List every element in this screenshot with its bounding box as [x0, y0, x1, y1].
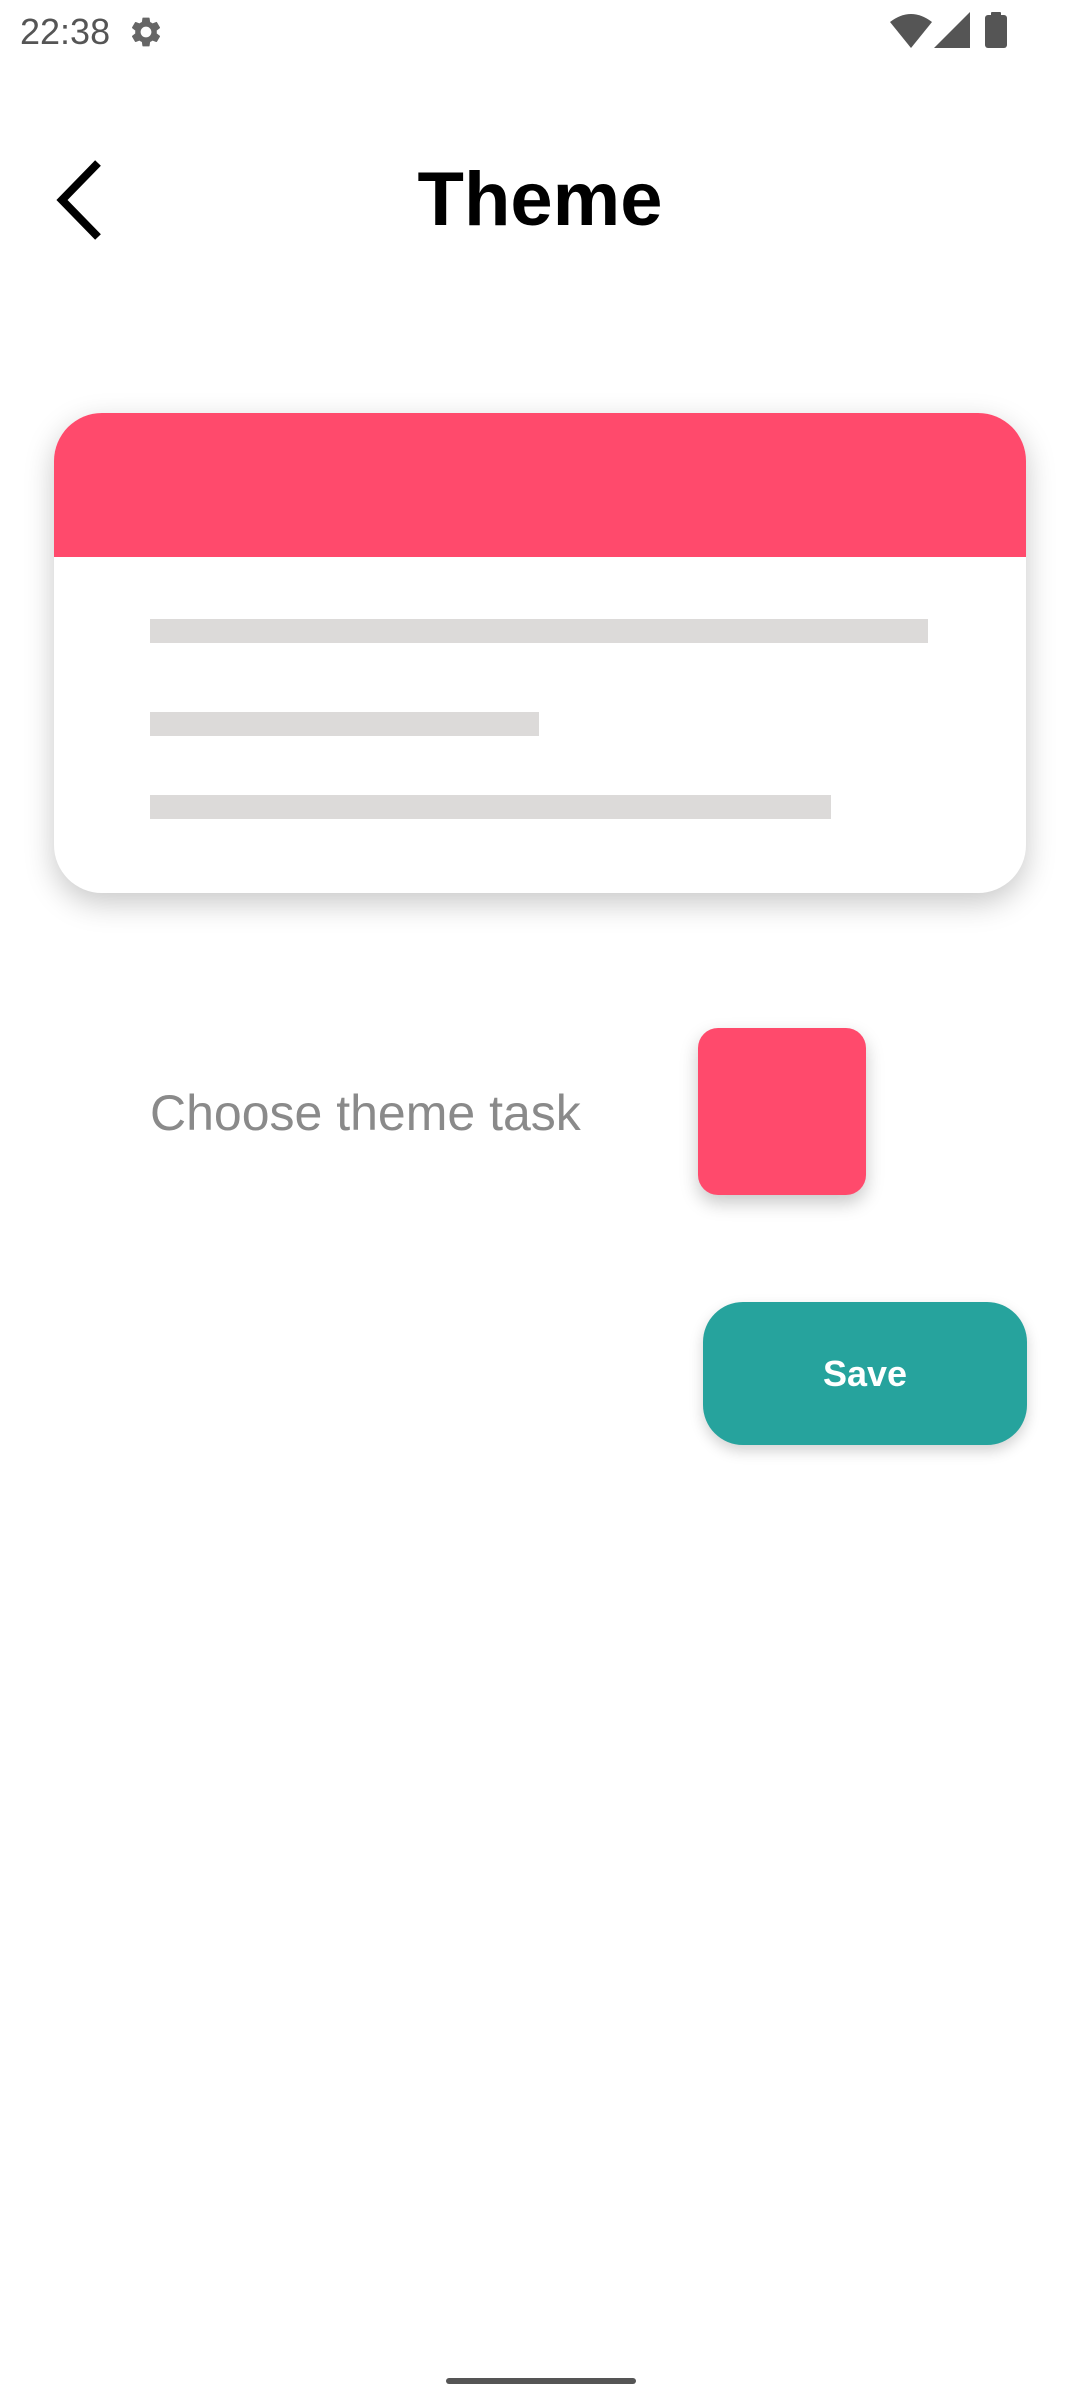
status-time: 22:38 — [20, 11, 111, 52]
theme-preview-card — [54, 413, 1026, 893]
battery-icon — [985, 12, 1007, 48]
status-bar: 22:38 — [0, 0, 1080, 64]
signal-icon — [934, 12, 970, 48]
save-button[interactable]: Save — [703, 1302, 1027, 1445]
choose-theme-label: Choose theme task — [150, 1085, 581, 1141]
page-title: Theme — [417, 157, 663, 242]
preview-placeholder-line — [150, 619, 928, 643]
theme-color-swatch[interactable] — [698, 1028, 866, 1195]
gesture-navigation-bar[interactable] — [446, 2378, 636, 2384]
preview-placeholder-line — [150, 795, 831, 819]
wifi-icon — [890, 14, 932, 48]
preview-card-header — [54, 413, 1026, 557]
preview-placeholder-line — [150, 712, 539, 736]
gear-icon — [128, 14, 164, 50]
